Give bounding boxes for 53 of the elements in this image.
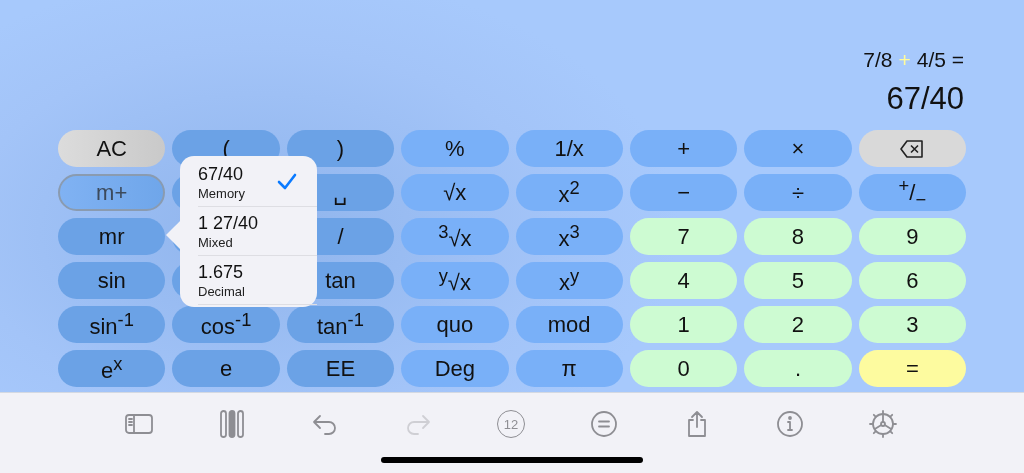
- backspace-icon: [900, 139, 925, 158]
- memory-key[interactable]: m+: [58, 174, 166, 211]
- function-key[interactable]: ): [286, 130, 395, 167]
- function-key[interactable]: sin$^{-1}$: [58, 306, 166, 343]
- columns-icon[interactable]: [218, 410, 246, 438]
- info-icon[interactable]: [776, 410, 804, 438]
- digit-key[interactable]: .: [744, 350, 852, 387]
- operator-key[interactable]: Deg: [401, 350, 509, 387]
- menu-item[interactable]: 1.675 Decimal: [198, 256, 317, 305]
- function-key[interactable]: tan$^{-1}$: [286, 306, 395, 343]
- clear-key[interactable]: AC: [58, 130, 166, 167]
- operator-key[interactable]: ×: [744, 130, 852, 167]
- equals-circle-icon[interactable]: [590, 410, 618, 438]
- digit-key[interactable]: 0: [629, 350, 738, 387]
- digit-key[interactable]: 7: [629, 218, 738, 255]
- digit-key[interactable]: 6: [858, 262, 966, 299]
- function-key[interactable]: EE: [286, 350, 395, 387]
- digit-key[interactable]: 9: [858, 218, 966, 255]
- operator-key[interactable]: √x: [401, 174, 509, 211]
- operator-key[interactable]: x$^{y}$: [515, 262, 623, 299]
- digit-key[interactable]: 1: [629, 306, 738, 343]
- operator-key[interactable]: quo: [401, 306, 509, 343]
- operator-key[interactable]: %: [401, 130, 509, 167]
- function-key[interactable]: e: [172, 350, 280, 387]
- expression-text: 4/5 =: [916, 48, 964, 72]
- digit-key[interactable]: 8: [744, 218, 852, 255]
- digit-key[interactable]: 2: [744, 306, 852, 343]
- operator-key[interactable]: 1/x: [515, 130, 623, 167]
- operator-key[interactable]: −: [629, 174, 738, 211]
- operator-key[interactable]: $^{y}$√x: [401, 262, 509, 299]
- settings-icon[interactable]: [869, 410, 897, 438]
- result-text: 67/40: [886, 81, 964, 117]
- function-key[interactable]: e$^{x}$: [58, 350, 166, 387]
- function-key[interactable]: mr: [58, 218, 166, 255]
- menu-item[interactable]: 1 27/40 Mixed: [198, 207, 317, 256]
- operator-text: +: [898, 48, 911, 72]
- operator-key[interactable]: ÷: [744, 174, 852, 211]
- function-key[interactable]: sin: [58, 262, 166, 299]
- delete-key[interactable]: [858, 130, 966, 167]
- operator-key[interactable]: $^{+}$/$_{−}$: [858, 174, 966, 211]
- digit-key[interactable]: 5: [744, 262, 852, 299]
- operator-key[interactable]: $^{3}$√x: [401, 218, 509, 255]
- digit-key[interactable]: 3: [858, 306, 966, 343]
- equals-key[interactable]: =: [858, 350, 966, 387]
- operator-key[interactable]: x$^{2}$: [515, 174, 623, 211]
- digit-key[interactable]: 4: [629, 262, 738, 299]
- operator-key[interactable]: π: [515, 350, 623, 387]
- operator-key[interactable]: +: [629, 130, 738, 167]
- menu-item[interactable]: 67/40 Memory: [198, 158, 317, 207]
- function-key[interactable]: cos$^{-1}$: [172, 306, 280, 343]
- operator-key[interactable]: x$^{3}$: [515, 218, 623, 255]
- operator-key[interactable]: mod: [515, 306, 623, 343]
- expression-text: 7/8: [863, 48, 893, 72]
